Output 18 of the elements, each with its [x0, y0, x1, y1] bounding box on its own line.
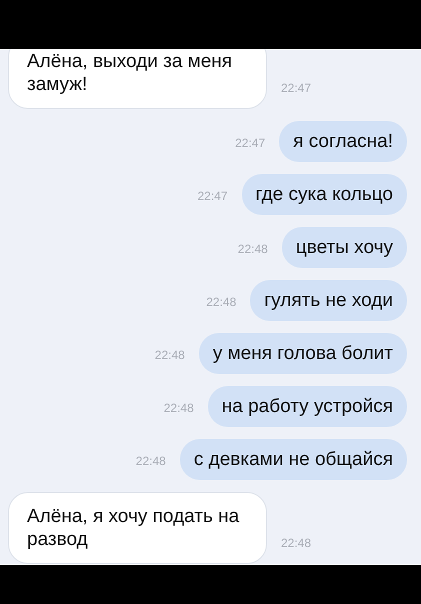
message-time: 22:48 — [206, 295, 236, 309]
message-bubble: цветы хочу — [282, 227, 407, 268]
message-time: 22:47 — [281, 81, 312, 95]
message-time: 22:48 — [238, 242, 268, 256]
message-time: 22:48 — [164, 401, 194, 415]
message-bubble: где сука кольцо — [242, 174, 407, 215]
message-bubble: Алёна, я хочу подать на развод — [8, 492, 267, 564]
message-time: 22:47 — [235, 136, 266, 150]
message-time: 22:48 — [281, 536, 312, 550]
message-bubble: с девками не общайся — [180, 439, 407, 480]
message-bubble: у меня голова болит — [198, 333, 407, 374]
message-time: 22:48 — [136, 454, 166, 468]
message-bubble: я согласна! — [279, 121, 407, 162]
message-bubble: Алёна, выходи за меня замуж! — [8, 49, 267, 109]
message-time: 22:48 — [154, 348, 185, 362]
message-bubble: на работу устройся — [208, 386, 407, 427]
message-bubble: гулять не ходи — [250, 280, 407, 321]
message-time: 22:47 — [197, 189, 228, 203]
